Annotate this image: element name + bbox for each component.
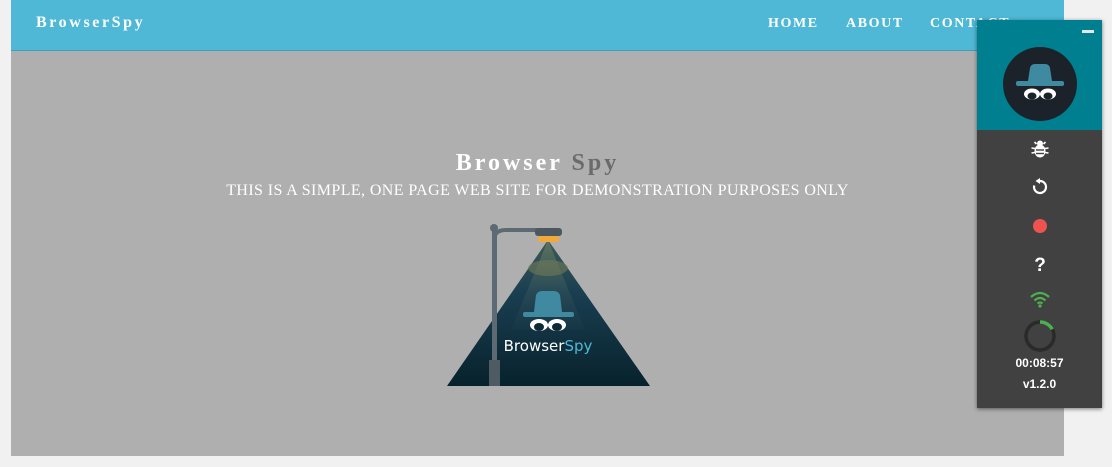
hero-title-accent: Spy — [571, 150, 620, 176]
lamp-base-shape — [489, 360, 500, 386]
record-button[interactable] — [1027, 213, 1053, 239]
spy-avatar-icon — [1003, 47, 1077, 121]
logo-text-accent: Spy — [564, 337, 592, 355]
nav-link-about[interactable]: ABOUT — [846, 16, 904, 32]
session-timer: 00:08:57 — [1015, 356, 1064, 370]
help-icon: ? — [1034, 254, 1046, 276]
brand-link[interactable]: BrowserSpy — [36, 14, 145, 32]
bug-report-button[interactable] — [1027, 136, 1053, 162]
reload-button[interactable] — [1027, 174, 1053, 200]
minimize-button[interactable] — [1082, 30, 1094, 33]
logo-text-main: Browser — [504, 337, 566, 355]
hero-title: Browser Spy — [11, 150, 1064, 177]
lamp-cap-shape — [490, 224, 498, 232]
browserspy-extension-panel: ? 00:08:57 v1.2.0 — [977, 20, 1102, 408]
light-glow-shape — [528, 260, 568, 276]
version-label: v1.2.0 — [1022, 377, 1057, 391]
lamp-head-shape — [535, 228, 562, 236]
hero-title-main: Browser — [455, 150, 563, 176]
progress-ring-icon — [1024, 320, 1056, 352]
help-button[interactable]: ? — [1027, 252, 1053, 278]
lamp-bulb-shape — [538, 236, 559, 242]
browserspy-streetlamp-logo: BrowserSpy — [447, 224, 650, 386]
record-icon — [1033, 219, 1047, 233]
nav-link-home[interactable]: HOME — [768, 16, 819, 32]
lamp-arm-shape — [492, 228, 537, 241]
hero-subtitle: THIS IS A SIMPLE, ONE PAGE WEB SITE FOR … — [226, 182, 849, 199]
reload-icon — [1032, 178, 1048, 195]
bug-icon — [1031, 140, 1049, 158]
wifi-icon — [1030, 291, 1050, 308]
extension-header — [977, 20, 1102, 130]
web-page: BrowserSpy HOME ABOUT CONTACT Browser Sp… — [11, 0, 1064, 456]
navbar: BrowserSpy HOME ABOUT CONTACT — [11, 0, 1064, 51]
connection-status — [1027, 286, 1053, 312]
logo-text: BrowserSpy — [504, 337, 593, 355]
